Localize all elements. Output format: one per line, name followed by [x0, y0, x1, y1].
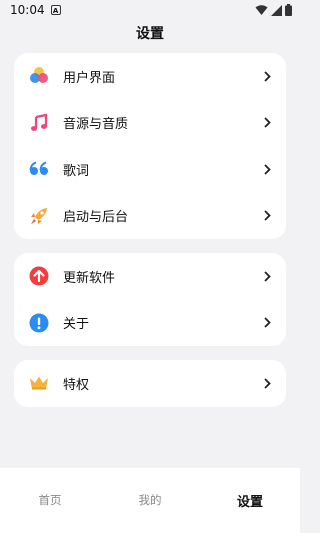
settings-group-app: 更新软件 关于: [14, 253, 286, 346]
palette-circles-icon: [28, 65, 50, 87]
row-label: 更新软件: [63, 270, 116, 286]
signal-icon: [271, 4, 282, 16]
row-privileges[interactable]: 特权: [14, 360, 286, 407]
tab-settings[interactable]: 设置: [200, 491, 300, 510]
tab-mine[interactable]: 我的: [100, 492, 200, 508]
quote-icon: [28, 158, 50, 180]
row-user-interface[interactable]: 用户界面: [14, 53, 286, 100]
chevron-right-icon: [262, 70, 272, 82]
chevron-right-icon: [262, 377, 272, 389]
chevron-right-icon: [262, 210, 272, 222]
status-bar: 10:04 A: [0, 0, 300, 20]
row-label: 音源与音质: [63, 117, 129, 133]
chevron-right-icon: [262, 317, 272, 329]
bottom-tab-bar: 首页 我的 设置: [0, 468, 300, 533]
row-about[interactable]: 关于: [14, 300, 286, 347]
crown-icon: [28, 372, 50, 394]
row-label: 特权: [63, 377, 90, 393]
row-update-software[interactable]: 更新软件: [14, 253, 286, 300]
row-lyrics[interactable]: 歌词: [14, 146, 286, 193]
notification-a-icon: A: [50, 5, 61, 15]
tab-home[interactable]: 首页: [0, 492, 100, 508]
status-time: 10:04: [10, 3, 45, 17]
battery-icon: [285, 4, 292, 16]
row-label: 关于: [63, 317, 90, 333]
status-icons: [255, 4, 292, 16]
settings-group-privileges: 特权: [14, 360, 286, 407]
chevron-right-icon: [262, 117, 272, 129]
music-note-icon: [28, 112, 50, 134]
info-icon: [28, 312, 50, 334]
update-arrow-icon: [28, 265, 50, 287]
row-label: 启动与后台: [63, 210, 129, 226]
chevron-right-icon: [262, 270, 272, 282]
row-audio-source-quality[interactable]: 音源与音质: [14, 100, 286, 147]
page-title: 设置: [136, 26, 164, 42]
rocket-icon: [28, 205, 50, 227]
row-label: 歌词: [63, 163, 90, 179]
wifi-icon: [255, 4, 268, 15]
settings-group-display: 用户界面 音源与音质 歌词 启动与后台: [14, 53, 286, 239]
status-left: 10:04 A: [10, 3, 61, 17]
row-label: 用户界面: [63, 70, 116, 86]
chevron-right-icon: [262, 163, 272, 175]
row-startup-background[interactable]: 启动与后台: [14, 193, 286, 240]
